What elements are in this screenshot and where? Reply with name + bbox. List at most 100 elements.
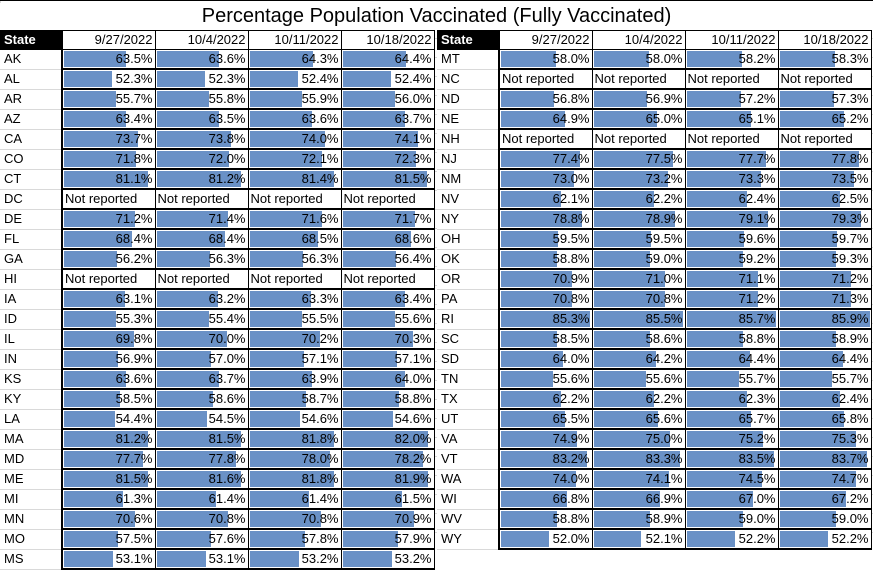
percent-cell[interactable]: 59.2%: [685, 249, 779, 270]
percent-cell[interactable]: 52.3%: [155, 69, 249, 90]
percent-cell[interactable]: 52.1%: [592, 529, 686, 550]
not-reported-cell[interactable]: Not reported: [778, 129, 872, 150]
percent-cell[interactable]: 71.4%: [155, 209, 249, 230]
state-cell[interactable]: PA: [437, 289, 500, 310]
percent-cell[interactable]: 65.1%: [685, 109, 779, 130]
state-cell[interactable]: IN: [0, 349, 63, 370]
state-cell[interactable]: AL: [0, 69, 63, 90]
percent-cell[interactable]: 58.8%: [499, 509, 593, 530]
percent-cell[interactable]: 61.4%: [248, 489, 342, 510]
percent-cell[interactable]: 57.1%: [248, 349, 342, 370]
percent-cell[interactable]: 52.4%: [341, 69, 435, 90]
not-reported-cell[interactable]: Not reported: [778, 69, 872, 90]
percent-cell[interactable]: 70.6%: [62, 509, 156, 530]
state-cell[interactable]: NV: [437, 189, 500, 210]
percent-cell[interactable]: 75.0%: [592, 429, 686, 450]
percent-cell[interactable]: 63.7%: [155, 369, 249, 390]
percent-cell[interactable]: 63.7%: [341, 109, 435, 130]
percent-cell[interactable]: 58.5%: [62, 389, 156, 410]
state-cell[interactable]: ME: [0, 469, 63, 490]
percent-cell[interactable]: 58.0%: [499, 49, 593, 70]
not-reported-cell[interactable]: Not reported: [592, 129, 686, 150]
percent-cell[interactable]: 64.4%: [778, 349, 872, 370]
percent-cell[interactable]: 58.8%: [499, 249, 593, 270]
percent-cell[interactable]: 72.1%: [248, 149, 342, 170]
percent-cell[interactable]: 53.2%: [341, 549, 435, 570]
percent-cell[interactable]: 70.9%: [499, 269, 593, 290]
percent-cell[interactable]: 58.8%: [341, 389, 435, 410]
percent-cell[interactable]: 56.9%: [62, 349, 156, 370]
percent-cell[interactable]: 58.9%: [592, 509, 686, 530]
percent-cell[interactable]: 52.4%: [248, 69, 342, 90]
percent-cell[interactable]: 62.2%: [592, 389, 686, 410]
percent-cell[interactable]: 55.8%: [155, 89, 249, 110]
percent-cell[interactable]: 71.2%: [685, 289, 779, 310]
percent-cell[interactable]: 63.5%: [155, 109, 249, 130]
percent-cell[interactable]: 57.0%: [155, 349, 249, 370]
percent-cell[interactable]: 58.7%: [248, 389, 342, 410]
state-cell[interactable]: IL: [0, 329, 63, 350]
percent-cell[interactable]: 59.0%: [778, 509, 872, 530]
percent-cell[interactable]: 58.2%: [685, 49, 779, 70]
percent-cell[interactable]: 62.2%: [499, 389, 593, 410]
percent-cell[interactable]: 79.3%: [778, 209, 872, 230]
percent-cell[interactable]: 83.2%: [499, 449, 593, 470]
state-cell[interactable]: NH: [437, 129, 500, 150]
percent-cell[interactable]: 81.5%: [341, 169, 435, 190]
percent-cell[interactable]: 70.8%: [155, 509, 249, 530]
percent-cell[interactable]: 68.5%: [248, 229, 342, 250]
percent-cell[interactable]: 59.5%: [592, 229, 686, 250]
state-cell[interactable]: CO: [0, 149, 63, 170]
percent-cell[interactable]: 65.0%: [592, 109, 686, 130]
percent-cell[interactable]: 71.8%: [62, 149, 156, 170]
percent-cell[interactable]: 82.0%: [341, 429, 435, 450]
percent-cell[interactable]: 57.3%: [778, 89, 872, 110]
percent-cell[interactable]: 57.8%: [248, 529, 342, 550]
percent-cell[interactable]: 57.1%: [341, 349, 435, 370]
percent-cell[interactable]: 71.6%: [248, 209, 342, 230]
percent-cell[interactable]: 81.6%: [155, 469, 249, 490]
state-cell[interactable]: SD: [437, 349, 500, 370]
percent-cell[interactable]: 59.7%: [778, 229, 872, 250]
date-header[interactable]: 10/4/2022: [155, 30, 249, 50]
percent-cell[interactable]: 59.5%: [499, 229, 593, 250]
state-cell[interactable]: AK: [0, 49, 63, 70]
percent-cell[interactable]: 74.1%: [341, 129, 435, 150]
state-cell[interactable]: MA: [0, 429, 63, 450]
state-cell[interactable]: NY: [437, 209, 500, 230]
not-reported-cell[interactable]: Not reported: [341, 269, 435, 290]
percent-cell[interactable]: 67.2%: [778, 489, 872, 510]
percent-cell[interactable]: 56.3%: [155, 249, 249, 270]
percent-cell[interactable]: 85.7%: [685, 309, 779, 330]
percent-cell[interactable]: 52.2%: [685, 529, 779, 550]
percent-cell[interactable]: 70.2%: [248, 329, 342, 350]
state-cell[interactable]: SC: [437, 329, 500, 350]
percent-cell[interactable]: 81.8%: [248, 469, 342, 490]
percent-cell[interactable]: 63.3%: [248, 289, 342, 310]
percent-cell[interactable]: 73.7%: [62, 129, 156, 150]
percent-cell[interactable]: 56.3%: [248, 249, 342, 270]
percent-cell[interactable]: 70.8%: [499, 289, 593, 310]
state-cell[interactable]: MT: [437, 49, 500, 70]
percent-cell[interactable]: 73.2%: [592, 169, 686, 190]
not-reported-cell[interactable]: Not reported: [685, 69, 779, 90]
percent-cell[interactable]: 81.9%: [341, 469, 435, 490]
percent-cell[interactable]: 73.5%: [778, 169, 872, 190]
percent-cell[interactable]: 64.0%: [499, 349, 593, 370]
state-cell[interactable]: ND: [437, 89, 500, 110]
percent-cell[interactable]: 68.6%: [341, 229, 435, 250]
percent-cell[interactable]: 56.2%: [62, 249, 156, 270]
state-cell[interactable]: VT: [437, 449, 500, 470]
state-cell[interactable]: NE: [437, 109, 500, 130]
percent-cell[interactable]: 56.0%: [341, 89, 435, 110]
percent-cell[interactable]: 52.0%: [499, 529, 593, 550]
date-header[interactable]: 9/27/2022: [499, 30, 593, 50]
state-cell[interactable]: RI: [437, 309, 500, 330]
percent-cell[interactable]: 77.4%: [499, 149, 593, 170]
percent-cell[interactable]: 65.7%: [685, 409, 779, 430]
percent-cell[interactable]: 55.7%: [685, 369, 779, 390]
state-cell[interactable]: MD: [0, 449, 63, 470]
percent-cell[interactable]: 61.5%: [341, 489, 435, 510]
percent-cell[interactable]: 77.8%: [778, 149, 872, 170]
percent-cell[interactable]: 70.8%: [592, 289, 686, 310]
